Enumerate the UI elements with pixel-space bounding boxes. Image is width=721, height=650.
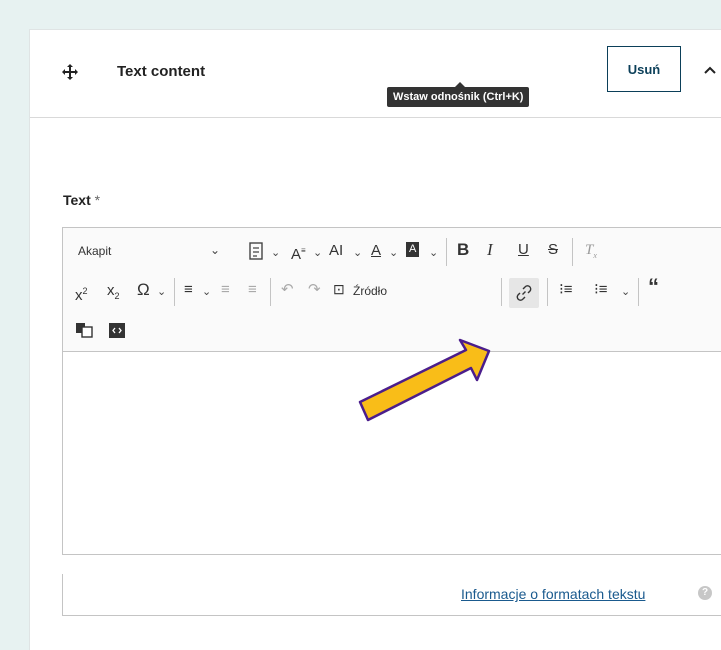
toolbar-separator: [638, 278, 639, 306]
chevron-down-icon[interactable]: ⌄: [389, 244, 398, 262]
italic-icon[interactable]: I: [487, 241, 493, 259]
numbered-list-icon[interactable]: ⁝≡: [594, 281, 608, 299]
chevron-down-icon[interactable]: ⌄: [157, 283, 166, 301]
link-button[interactable]: [509, 278, 539, 308]
superscript-icon[interactable]: x2: [75, 282, 88, 305]
paragraph-style-dropdown[interactable]: Akapit ⌄: [78, 243, 228, 258]
chevron-down-icon[interactable]: ⌄: [202, 283, 211, 301]
remove-format-icon[interactable]: Tx: [585, 241, 597, 265]
remove-button[interactable]: Usuń: [607, 46, 681, 92]
font-size-icon[interactable]: A≡: [291, 242, 306, 264]
chevron-down-icon[interactable]: ⌄: [429, 244, 438, 262]
style-icon[interactable]: [248, 242, 266, 262]
embed-icon[interactable]: [109, 323, 125, 338]
toolbar-separator: [270, 278, 271, 306]
chevron-up-icon[interactable]: [703, 64, 717, 76]
help-icon[interactable]: ?: [698, 586, 712, 600]
toolbar-separator: [572, 238, 573, 266]
bold-icon[interactable]: B: [457, 241, 469, 259]
link-icon: [516, 285, 532, 301]
align-icon[interactable]: ≡: [184, 281, 193, 299]
source-icon[interactable]: ⊡: [333, 280, 345, 298]
link-tooltip: Wstaw odnośnik (Ctrl+K): [387, 82, 530, 107]
undo-icon[interactable]: ↶: [281, 281, 294, 299]
editor-toolbar: Akapit ⌄ ⌄ A≡ ⌄ AI ⌄ A ⌄ A ⌄ B I U S Tx …: [63, 228, 721, 352]
toolbar-separator: [446, 238, 447, 266]
indent-icon[interactable]: ≡: [248, 281, 257, 299]
card-title: Text content: [117, 63, 206, 80]
blockquote-icon[interactable]: “: [648, 276, 659, 298]
drag-handle-icon[interactable]: [62, 64, 78, 80]
text-format-footer: Informacje o formatach tekstu ?: [62, 574, 721, 616]
source-button-label[interactable]: Źródło: [353, 282, 387, 300]
paste-from-office-icon[interactable]: [75, 322, 93, 338]
toolbar-separator: [174, 278, 175, 306]
font-color-icon[interactable]: A: [371, 242, 381, 260]
required-mark: *: [94, 192, 101, 208]
text-field-label: Text *: [63, 192, 101, 208]
font-family-icon[interactable]: AI: [329, 242, 343, 260]
background-color-icon[interactable]: A: [406, 242, 420, 257]
chevron-down-icon: ⌄: [210, 243, 221, 257]
special-characters-icon[interactable]: Ω: [137, 281, 150, 299]
chevron-down-icon[interactable]: ⌄: [271, 244, 280, 262]
strikethrough-icon[interactable]: S: [548, 241, 558, 259]
chevron-down-icon[interactable]: ⌄: [353, 244, 362, 262]
editor-content-area[interactable]: [63, 352, 721, 554]
outdent-icon[interactable]: ≡: [221, 281, 230, 299]
chevron-down-icon[interactable]: ⌄: [621, 283, 630, 301]
formats-help-link[interactable]: Informacje o formatach tekstu: [461, 586, 645, 602]
toolbar-separator: [547, 278, 548, 306]
card-header: Text content Usuń: [30, 30, 721, 118]
redo-icon[interactable]: ↷: [308, 281, 321, 299]
rich-text-editor: Akapit ⌄ ⌄ A≡ ⌄ AI ⌄ A ⌄ A ⌄ B I U S Tx …: [62, 227, 721, 555]
underline-icon[interactable]: U: [518, 241, 529, 259]
toolbar-separator: [501, 278, 502, 306]
chevron-down-icon[interactable]: ⌄: [313, 244, 322, 262]
bulleted-list-icon[interactable]: ⁝≡: [559, 281, 573, 299]
subscript-icon[interactable]: x2: [107, 282, 120, 305]
